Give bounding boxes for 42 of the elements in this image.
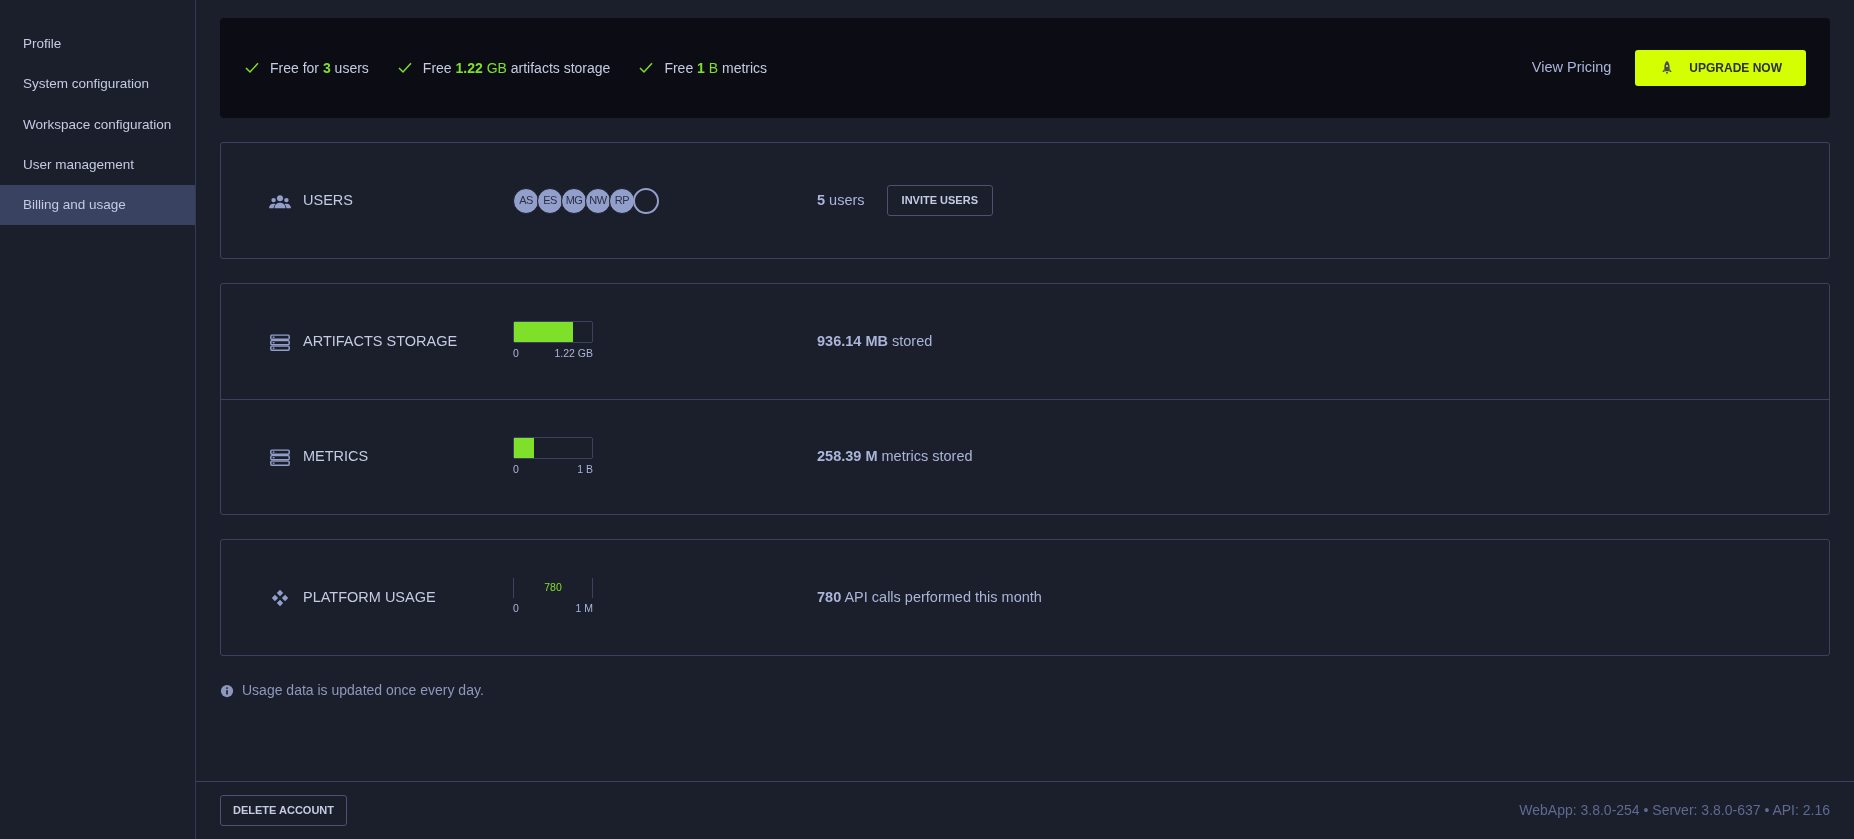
info-icon: [220, 683, 234, 698]
scale-max: 1 M: [575, 601, 593, 617]
sidebar-item[interactable]: User management: [0, 144, 195, 185]
section-label: METRICS: [303, 447, 369, 467]
info-note: Usage data is updated once every day.: [242, 681, 484, 700]
usage-summary: 258.39 M metrics stored: [817, 447, 973, 467]
usage-summary: 780 API calls performed this month: [817, 587, 1042, 607]
view-pricing-link[interactable]: View Pricing: [1531, 57, 1612, 79]
server-icon: [269, 332, 291, 351]
section-label: ARTIFACTS STORAGE: [303, 331, 458, 351]
scale-min: 0: [513, 461, 519, 477]
feature-text: Free 1 B metrics: [664, 58, 768, 78]
scale-min: 0: [513, 601, 519, 617]
user-avatar: AS: [513, 187, 539, 214]
section-label: USERS: [303, 190, 353, 210]
sidebar-item[interactable]: Profile: [0, 24, 195, 65]
version-info: WebApp: 3.8.0-254 • Server: 3.8.0-637 • API: 2.16: [1519, 801, 1830, 820]
server-icon: [269, 448, 291, 466]
section-label: PLATFORM USAGE: [303, 587, 436, 607]
invite-users-button[interactable]: INVITE USERS: [886, 185, 993, 216]
user-avatar: ES: [537, 187, 563, 214]
scale-max: 1 B: [577, 461, 593, 477]
delete-account-button[interactable]: DELETE ACCOUNT: [220, 795, 348, 826]
user-count: 5 users: [817, 190, 865, 210]
user-avatar: NW: [585, 187, 611, 214]
diamond-grid-icon: [269, 588, 291, 607]
feature-text: Free 1.22 GB artifacts storage: [422, 58, 611, 78]
sidebar-item[interactable]: Billing and usage: [0, 185, 195, 226]
sidebar-item[interactable]: Workspace configuration: [0, 104, 195, 145]
scale-min: 0: [513, 346, 519, 362]
upgrade-button[interactable]: UPGRADE NOW: [1635, 50, 1806, 86]
meter-reading: 780: [544, 580, 562, 596]
user-avatar: RP: [609, 187, 635, 214]
usage-summary: 936.14 MB stored: [817, 331, 933, 351]
check-icon: [396, 60, 413, 76]
empty-avatar: [633, 187, 659, 214]
scale-max: 1.22 GB: [554, 346, 593, 362]
check-icon: [244, 60, 260, 76]
feature-text: Free for 3 users: [270, 58, 369, 78]
sidebar-item[interactable]: System configuration: [0, 64, 195, 105]
user-avatar: MG: [561, 187, 587, 214]
check-icon: [638, 60, 655, 76]
